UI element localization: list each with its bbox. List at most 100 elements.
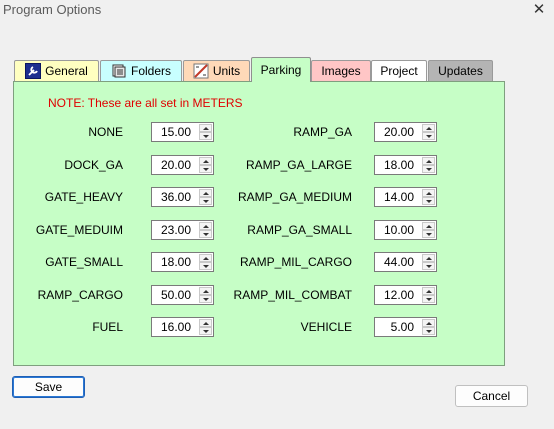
tab-folders-label: Folders xyxy=(130,64,171,78)
close-icon: ✕ xyxy=(532,1,546,18)
units-note: NOTE: These are all set in METERS xyxy=(48,96,243,110)
spinner-value[interactable]: 12.00 xyxy=(375,286,419,304)
spin-up-icon[interactable] xyxy=(422,254,435,262)
value-spinner[interactable]: 5.00 xyxy=(374,317,437,337)
spin-down-icon[interactable] xyxy=(199,197,212,205)
value-spinner[interactable]: 16.00 xyxy=(151,317,214,337)
spin-down-icon[interactable] xyxy=(422,294,435,303)
field-label: RAMP_GA xyxy=(293,125,352,139)
spinner-arrows xyxy=(422,254,435,270)
spin-down-icon[interactable] xyxy=(422,327,435,335)
spin-down-icon[interactable] xyxy=(199,294,212,303)
tab-parking-label: Parking xyxy=(260,63,302,77)
spin-down-icon[interactable] xyxy=(199,327,212,335)
spinner-arrows xyxy=(199,319,212,335)
spin-up-icon[interactable] xyxy=(422,189,435,197)
spinner-value[interactable]: 18.00 xyxy=(152,253,196,271)
title-bar: Program Options ✕ xyxy=(0,0,554,24)
tab-project-label: Project xyxy=(380,64,418,78)
value-spinner[interactable]: 15.00 xyxy=(151,122,214,142)
spinner-value[interactable]: 15.00 xyxy=(152,123,196,141)
spinner-value[interactable]: 5.00 xyxy=(375,318,419,336)
value-spinner[interactable]: 23.00 xyxy=(151,219,214,240)
spin-up-icon[interactable] xyxy=(199,189,212,197)
tab-folders[interactable]: Folders xyxy=(100,60,182,81)
spin-down-icon[interactable] xyxy=(422,229,435,238)
spin-up-icon[interactable] xyxy=(199,221,212,230)
spin-up-icon[interactable] xyxy=(199,286,212,295)
value-spinner[interactable]: 20.00 xyxy=(151,154,214,175)
spin-up-icon[interactable] xyxy=(422,156,435,165)
spinner-arrows xyxy=(199,286,212,303)
window-title: Program Options xyxy=(3,2,102,17)
spinner-value[interactable]: 18.00 xyxy=(375,156,419,174)
value-spinner[interactable]: 36.00 xyxy=(151,187,214,207)
spinner-arrows xyxy=(422,124,435,140)
spin-up-icon[interactable] xyxy=(199,156,212,165)
spinner-value[interactable]: 23.00 xyxy=(152,221,196,239)
spin-up-icon[interactable] xyxy=(422,221,435,230)
spinner-arrows xyxy=(199,254,212,270)
spinner-arrows xyxy=(199,156,212,173)
field-label: RAMP_MIL_CARGO xyxy=(239,255,352,269)
spinner-value[interactable]: 20.00 xyxy=(152,156,196,174)
value-spinner[interactable]: 50.00 xyxy=(151,284,214,305)
close-button[interactable]: ✕ xyxy=(524,0,554,22)
save-button-label: Save xyxy=(34,380,63,394)
spinner-arrows xyxy=(422,156,435,173)
spin-up-icon[interactable] xyxy=(199,254,212,262)
field-label: GATE_MEDUIM xyxy=(35,222,123,237)
spin-down-icon[interactable] xyxy=(199,164,212,173)
spin-up-icon[interactable] xyxy=(422,124,435,132)
spinner-value[interactable]: 44.00 xyxy=(375,253,419,271)
spin-up-icon[interactable] xyxy=(422,286,435,295)
tab-project[interactable]: Project xyxy=(371,60,427,81)
spinner-arrows xyxy=(422,221,435,238)
spin-down-icon[interactable] xyxy=(422,262,435,270)
save-button[interactable]: Save xyxy=(12,376,85,398)
parking-panel: NOTE: These are all set in METERS NONE 15… xyxy=(13,81,505,366)
field-label: RAMP_GA_SMALL xyxy=(247,222,352,237)
spin-up-icon[interactable] xyxy=(199,124,212,132)
tab-units[interactable]: Units xyxy=(183,60,250,81)
field-label: DOCK_GA xyxy=(64,157,123,172)
cancel-button[interactable]: Cancel xyxy=(455,385,528,407)
tab-images-label: Images xyxy=(321,64,361,78)
value-spinner[interactable]: 44.00 xyxy=(374,252,437,272)
spinner-arrows xyxy=(422,189,435,205)
spin-down-icon[interactable] xyxy=(422,132,435,140)
spin-down-icon[interactable] xyxy=(422,197,435,205)
tab-updates[interactable]: Updates xyxy=(428,60,493,81)
spin-up-icon[interactable] xyxy=(199,319,212,327)
tab-general[interactable]: General xyxy=(14,60,99,81)
wrench-icon xyxy=(25,63,42,79)
folder-icon xyxy=(111,63,127,79)
tab-updates-label: Updates xyxy=(438,64,483,78)
value-spinner[interactable]: 14.00 xyxy=(374,187,437,207)
spinner-value[interactable]: 20.00 xyxy=(375,123,419,141)
spin-down-icon[interactable] xyxy=(199,132,212,140)
value-spinner[interactable]: 10.00 xyxy=(374,219,437,240)
spin-up-icon[interactable] xyxy=(422,319,435,327)
spinner-value[interactable]: 10.00 xyxy=(375,221,419,239)
spinner-value[interactable]: 16.00 xyxy=(152,318,196,336)
field-label: VEHICLE xyxy=(300,320,352,334)
spinner-arrows xyxy=(422,286,435,303)
spin-down-icon[interactable] xyxy=(199,262,212,270)
spinner-value[interactable]: 14.00 xyxy=(375,188,419,206)
tab-parking[interactable]: Parking xyxy=(251,57,311,82)
spinner-value[interactable]: 36.00 xyxy=(152,188,196,206)
field-label: RAMP_MIL_COMBAT xyxy=(233,287,352,302)
ruler-icon xyxy=(193,63,209,79)
value-spinner[interactable]: 12.00 xyxy=(374,284,437,305)
field-label: RAMP_GA_LARGE xyxy=(245,157,352,172)
spin-down-icon[interactable] xyxy=(199,229,212,238)
tab-images[interactable]: Images xyxy=(311,60,371,81)
field-label: FUEL xyxy=(92,320,123,334)
value-spinner[interactable]: 18.00 xyxy=(151,252,214,272)
spinner-value[interactable]: 50.00 xyxy=(152,286,196,304)
spinner-arrows xyxy=(422,319,435,335)
spin-down-icon[interactable] xyxy=(422,164,435,173)
value-spinner[interactable]: 20.00 xyxy=(374,122,437,142)
value-spinner[interactable]: 18.00 xyxy=(374,154,437,175)
